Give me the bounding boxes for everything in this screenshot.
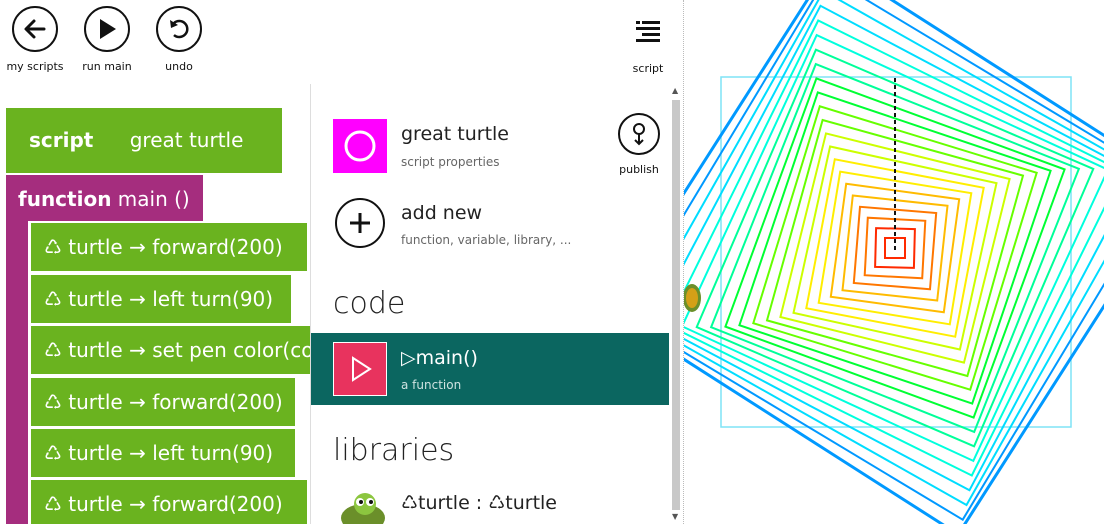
script-header-block[interactable]: script great turtle: [6, 108, 282, 173]
add-new-subtitle: function, variable, library, ...: [401, 233, 572, 247]
run-main-label: run main: [82, 60, 132, 73]
publish-label: publish: [619, 163, 659, 176]
function-tile: [333, 342, 387, 396]
script-title: great turtle: [401, 123, 509, 145]
script-color-tile: [333, 119, 387, 173]
undo-icon: [156, 6, 202, 52]
add-icon: [335, 198, 385, 248]
script-label: script: [632, 62, 664, 75]
publish-icon: [618, 113, 660, 155]
statement-row[interactable]: ♺ turtle → set pen color(co: [31, 326, 310, 374]
turtle-canvas[interactable]: [684, 0, 1104, 524]
run-main-button[interactable]: run main: [77, 6, 137, 73]
statement-row[interactable]: ♺ turtle → forward(200): [31, 378, 295, 426]
main-function-item[interactable]: ▷main() a function: [311, 333, 669, 405]
main-function-title: ▷main(): [401, 347, 478, 369]
back-arrow-icon: [12, 6, 58, 52]
main-function-subtitle: a function: [401, 378, 462, 392]
script-panel: great turtle script properties publish a…: [311, 84, 669, 524]
scroll-thumb[interactable]: [672, 100, 680, 510]
script-button[interactable]: script: [618, 18, 678, 75]
function-body-bar: [6, 221, 28, 524]
statement-row[interactable]: ♺ turtle → forward(200): [31, 480, 307, 524]
undo-button[interactable]: undo: [149, 6, 209, 73]
circle-icon: [344, 130, 376, 162]
my-scripts-label: my scripts: [6, 60, 64, 73]
code-heading: code: [333, 286, 406, 321]
code-editor[interactable]: script great turtle function main () ♺ t…: [0, 84, 311, 524]
statement-row[interactable]: ♺ turtle → forward(200): [31, 223, 307, 271]
script-subtitle: script properties: [401, 155, 500, 169]
add-new-item[interactable]: add new function, variable, library, ...: [333, 196, 633, 250]
library-item-turtle[interactable]: ♺turtle : ♺turtle: [333, 488, 653, 524]
statement-row[interactable]: ♺ turtle → left turn(90): [31, 275, 291, 323]
script-name: great turtle: [129, 128, 244, 152]
function-header-block[interactable]: function main (): [6, 175, 203, 221]
my-scripts-button[interactable]: my scripts: [5, 6, 65, 73]
script-list-icon: [635, 18, 661, 48]
function-keyword: function: [18, 187, 112, 211]
turtle-avatar-icon: [341, 493, 385, 524]
play-icon: [84, 6, 130, 52]
function-signature: main (): [117, 187, 190, 211]
library-title: ♺turtle : ♺turtle: [401, 492, 557, 514]
publish-button[interactable]: publish: [609, 113, 669, 176]
script-keyword: script: [29, 128, 94, 152]
libraries-heading: libraries: [333, 433, 455, 468]
turtle-sprite-icon: [684, 284, 701, 312]
statement-row[interactable]: ♺ turtle → left turn(90): [31, 429, 295, 477]
play-outline-icon: [352, 356, 372, 382]
add-new-title: add new: [401, 202, 483, 224]
spiral-square: [684, 0, 1104, 522]
scroll-up-arrow-icon[interactable]: ▲: [672, 86, 678, 95]
script-properties-item[interactable]: great turtle script properties: [333, 119, 603, 175]
undo-label: undo: [165, 60, 193, 73]
spiral-square: [684, 0, 1104, 507]
scroll-down-arrow-icon[interactable]: ▼: [672, 512, 678, 521]
panel-scrollbar[interactable]: ▲ ▼: [670, 86, 682, 522]
